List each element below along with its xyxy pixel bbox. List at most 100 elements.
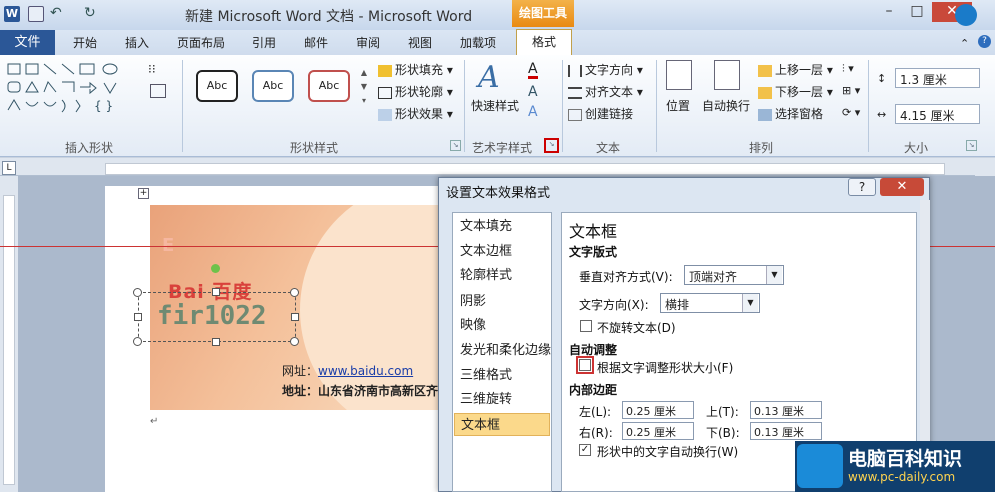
text-direction-button[interactable]: 文字方向 ▾ <box>568 61 643 78</box>
align-icon[interactable]: ⫶ ▾ <box>842 62 854 76</box>
align-text-icon <box>568 86 582 99</box>
resize-handle[interactable] <box>291 313 299 321</box>
card-address-line: 地址：山东省济南市高新区齐 <box>282 382 438 399</box>
minimize-button[interactable]: – <box>876 2 902 22</box>
textbox-content[interactable]: fir1022 <box>157 301 267 331</box>
group-separator <box>464 60 465 152</box>
bring-forward-icon <box>758 64 772 77</box>
word-logo-icon[interactable]: W <box>4 6 20 22</box>
shape-effects-button[interactable]: 形状效果 ▾ <box>378 105 453 122</box>
rotate-handle[interactable] <box>211 264 220 273</box>
text-fill-icon[interactable]: A <box>528 62 538 79</box>
nav-outline-style[interactable]: 轮廓样式 <box>454 264 550 287</box>
help-globe-icon[interactable] <box>955 4 977 26</box>
chevron-down-icon[interactable]: ▼ <box>742 294 758 312</box>
nav-text-outline[interactable]: 文本边框 <box>454 240 550 263</box>
bring-forward-button[interactable]: 上移一层 ▾ <box>758 61 833 78</box>
shape-style-preset-1[interactable]: Abc <box>196 70 238 102</box>
shape-height-input[interactable]: 1.3 厘米 <box>895 68 980 88</box>
nav-shadow[interactable]: 阴影 <box>454 290 550 313</box>
tab-page-layout[interactable]: 页面布局 <box>177 34 225 51</box>
nav-3d-format[interactable]: 三维格式 <box>454 364 550 387</box>
tab-addins[interactable]: 加载项 <box>460 34 496 51</box>
monitor-logo-icon <box>797 444 843 488</box>
card-decoration-circle <box>300 205 440 410</box>
group-label-text: 文本 <box>596 141 621 155</box>
resize-handle[interactable] <box>212 288 220 296</box>
tab-mailings[interactable]: 邮件 <box>304 34 328 51</box>
horizontal-ruler[interactable] <box>105 163 945 175</box>
chevron-down-icon[interactable]: ▼ <box>766 266 782 284</box>
tab-selector-icon[interactable]: L <box>2 161 16 175</box>
dialog-close-button[interactable]: ✕ <box>880 178 924 196</box>
edit-shape-icon[interactable]: ⁝⁝ <box>148 62 168 78</box>
tab-format[interactable]: 格式 <box>516 29 572 56</box>
wrap-text-button[interactable]: 自动换行 <box>702 97 750 114</box>
tab-home[interactable]: 开始 <box>73 34 97 51</box>
tab-file[interactable]: 文件 <box>0 30 55 55</box>
shape-styles-launcher-icon[interactable]: ↘ <box>450 140 461 151</box>
gallery-scroll-icon[interactable]: ▲ ▼ ▾ <box>358 66 370 110</box>
group-label-insert-shapes: 插入形状 <box>65 141 114 155</box>
resize-handle[interactable] <box>290 337 299 346</box>
shape-fill-button[interactable]: 形状填充 ▾ <box>378 61 453 78</box>
resize-handle[interactable] <box>212 338 220 346</box>
shape-style-preset-3[interactable]: Abc <box>308 70 350 102</box>
group-icon[interactable]: ⊞ ▾ <box>842 84 860 97</box>
collapse-ribbon-icon[interactable]: ⌃ <box>960 37 969 50</box>
text-direction-label: 文字方向 <box>585 63 634 77</box>
shapes-gallery[interactable]: { } <box>6 62 126 122</box>
dialog-help-button[interactable]: ? <box>848 178 876 196</box>
help-icon[interactable]: ? <box>978 35 991 48</box>
shape-width-input[interactable]: 4.15 厘米 <box>895 104 980 124</box>
text-box-icon[interactable] <box>150 84 166 98</box>
text-outline-icon[interactable]: A <box>528 84 538 100</box>
maximize-button[interactable]: □ <box>904 2 930 22</box>
bottom-margin-input[interactable]: 0.13 厘米 <box>750 422 822 440</box>
no-rotate-checkbox[interactable] <box>580 320 592 332</box>
wordart-a-icon[interactable]: A <box>478 60 500 95</box>
send-backward-button[interactable]: 下移一层 ▾ <box>758 83 833 100</box>
position-icon[interactable] <box>666 60 692 90</box>
tab-insert[interactable]: 插入 <box>125 34 149 51</box>
wrap-text-icon[interactable] <box>714 60 740 90</box>
tab-view[interactable]: 视图 <box>408 34 432 51</box>
shape-style-preset-2[interactable]: Abc <box>252 70 294 102</box>
wrap-text-checkbox[interactable]: ✓ <box>579 444 591 456</box>
undo-icon[interactable]: ↶ <box>50 6 66 22</box>
left-margin-input[interactable]: 0.25 厘米 <box>622 401 694 419</box>
top-margin-input[interactable]: 0.13 厘米 <box>750 401 822 419</box>
size-launcher-icon[interactable]: ↘ <box>966 140 977 151</box>
table-move-handle-icon[interactable]: + <box>138 188 149 199</box>
link-icon <box>568 108 582 121</box>
vertical-ruler[interactable] <box>3 195 15 485</box>
resize-handle[interactable] <box>134 313 142 321</box>
rotate-icon[interactable]: ⟳ ▾ <box>842 106 860 119</box>
nav-text-box[interactable]: 文本框 <box>454 413 550 436</box>
resize-shape-checkbox[interactable] <box>579 359 591 371</box>
nav-glow-soft-edges[interactable]: 发光和柔化边缘 <box>454 339 551 362</box>
nav-reflection[interactable]: 映像 <box>454 314 550 337</box>
resize-handle[interactable] <box>133 337 142 346</box>
tab-review[interactable]: 审阅 <box>356 34 380 51</box>
resize-handle[interactable] <box>290 288 299 297</box>
right-margin-input[interactable]: 0.25 厘米 <box>622 422 694 440</box>
wordart-launcher-icon[interactable]: ↘ <box>544 138 559 153</box>
position-button[interactable]: 位置 <box>666 97 690 114</box>
selected-text-box[interactable]: fir1022 <box>138 292 296 342</box>
create-link-button[interactable]: 创建链接 <box>568 105 633 122</box>
nav-3d-rotation[interactable]: 三维旋转 <box>454 388 550 411</box>
shape-outline-button[interactable]: 形状轮廓 ▾ <box>378 83 453 100</box>
save-icon[interactable] <box>28 6 44 22</box>
margins-header: 内部边距 <box>569 383 618 397</box>
redo-icon[interactable]: ↻ <box>84 6 100 22</box>
address-value: 山东省济南市高新区齐 <box>318 384 439 398</box>
tab-references[interactable]: 引用 <box>252 34 276 51</box>
resize-handle[interactable] <box>133 288 142 297</box>
nav-text-fill[interactable]: 文本填充 <box>454 215 550 238</box>
text-effects-icon[interactable]: A <box>528 104 538 120</box>
align-text-button[interactable]: 对齐文本 ▾ <box>568 83 643 100</box>
selection-pane-button[interactable]: 选择窗格 <box>758 105 823 122</box>
quick-styles-button[interactable]: 快速样式 <box>471 97 519 114</box>
url-link[interactable]: www.baidu.com <box>318 364 413 378</box>
